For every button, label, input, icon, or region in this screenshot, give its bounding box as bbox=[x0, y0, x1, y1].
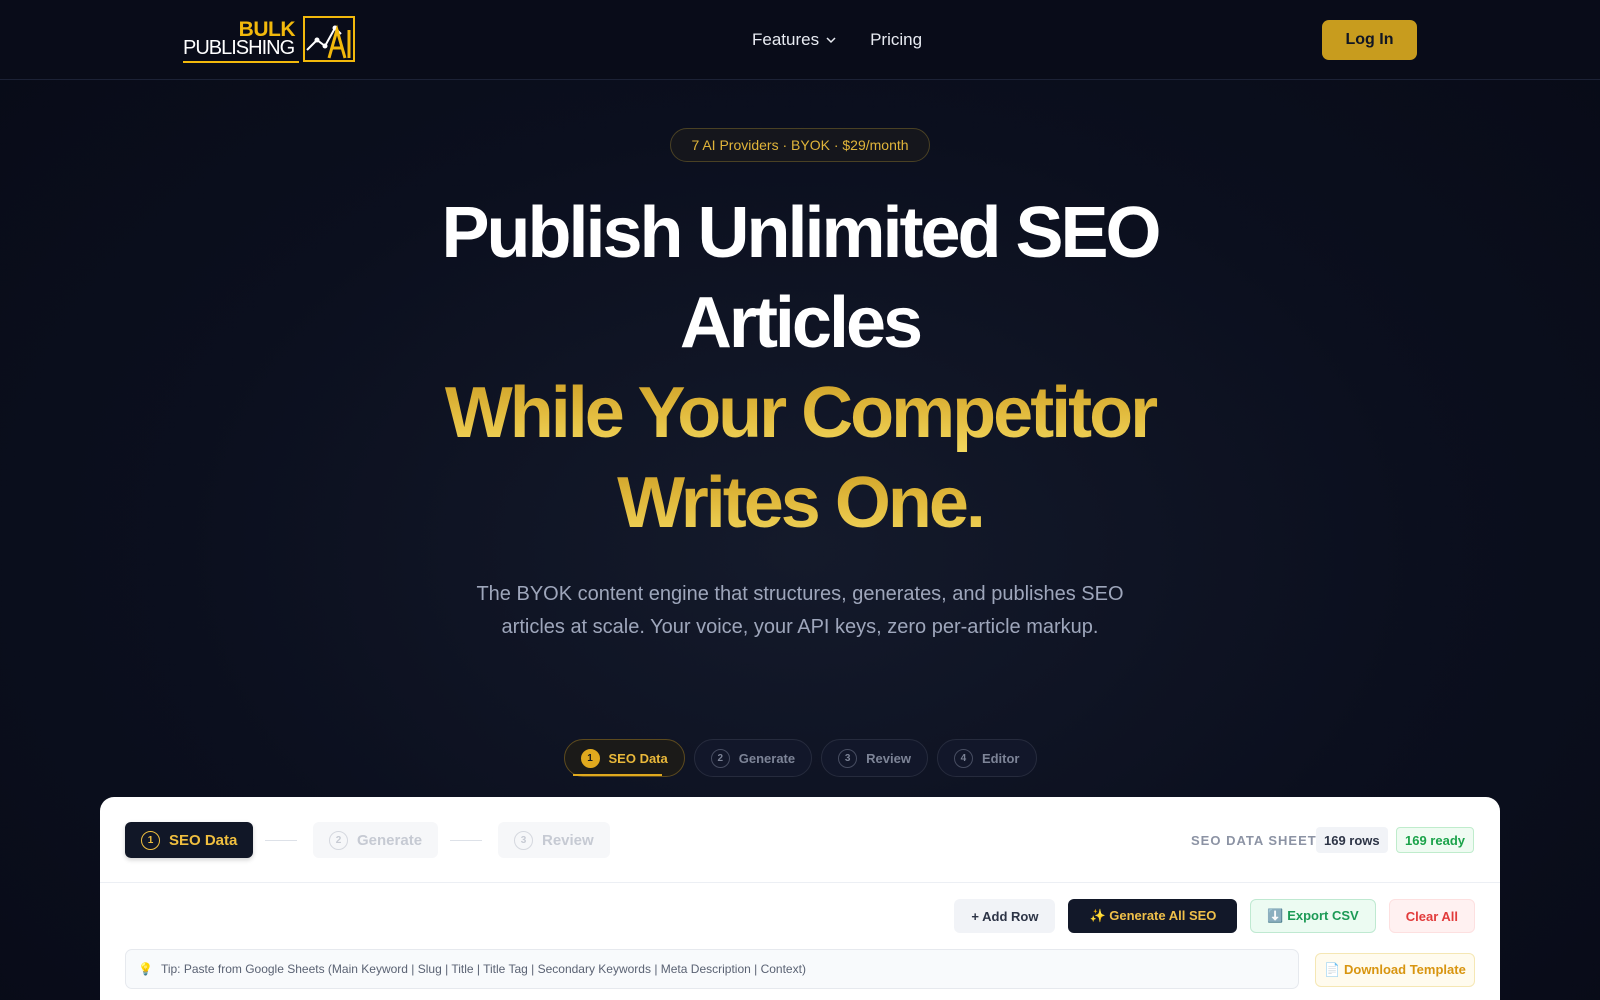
hero-headline-line4: Writes One. bbox=[0, 458, 1600, 548]
chevron-down-icon bbox=[826, 37, 836, 44]
step-label: SEO Data bbox=[608, 750, 668, 766]
step-label: Generate bbox=[738, 750, 796, 766]
step-tab-seo-data[interactable]: 1 SEO Data bbox=[563, 739, 685, 777]
step-number: 3 bbox=[838, 748, 858, 768]
ready-count-badge: 169 ready bbox=[1396, 827, 1474, 853]
add-row-button[interactable]: + Add Row bbox=[954, 899, 1056, 933]
card-step-review[interactable]: 3 Review bbox=[498, 822, 610, 858]
hero-pill-badge: 7 AI Providers · BYOK · $29/month bbox=[670, 128, 930, 162]
card-header: 1 SEO Data 2 Generate 3 Review SEO DATA … bbox=[100, 797, 1500, 883]
rows-count-badge: 169 rows bbox=[1316, 827, 1388, 853]
logo-chart-icon bbox=[306, 24, 351, 59]
primary-nav: Features Pricing bbox=[752, 30, 922, 50]
seo-data-card: 1 SEO Data 2 Generate 3 Review SEO DATA … bbox=[100, 797, 1500, 1000]
hero-headline-line3: While Your Competitor bbox=[0, 368, 1600, 458]
logo-ai-mark bbox=[303, 16, 355, 62]
step-tab-editor[interactable]: 4 Editor bbox=[936, 739, 1037, 777]
step-tab-review[interactable]: 3 Review bbox=[821, 739, 928, 777]
step-number: 2 bbox=[329, 830, 348, 850]
logo[interactable]: BULK PUBLISHING bbox=[183, 16, 355, 66]
export-csv-button[interactable]: ⬇️ Export CSV bbox=[1250, 899, 1376, 933]
step-label: Editor bbox=[981, 750, 1020, 766]
logo-publishing-text: PUBLISHING bbox=[183, 37, 295, 59]
step-connector bbox=[265, 840, 297, 841]
nav-pricing[interactable]: Pricing bbox=[870, 30, 922, 50]
hero-headline-line2: Articles bbox=[679, 283, 923, 363]
top-navbar: BULK PUBLISHING Features Pricing Log In bbox=[0, 0, 1600, 80]
nav-features[interactable]: Features bbox=[752, 30, 836, 50]
step-number: 2 bbox=[710, 748, 730, 768]
hero-headline-line1: Publish Unlimited SEO bbox=[441, 193, 1161, 273]
clear-all-button[interactable]: Clear All bbox=[1388, 899, 1475, 933]
step-number: 1 bbox=[580, 748, 600, 768]
step-label: Review bbox=[542, 831, 594, 849]
nav-features-label: Features bbox=[752, 30, 820, 49]
step-label: SEO Data bbox=[169, 831, 238, 849]
login-button[interactable]: Log In bbox=[1322, 20, 1417, 60]
step-number: 3 bbox=[514, 830, 533, 850]
step-connector bbox=[450, 840, 482, 841]
workflow-steps: 1 SEO Data 2 Generate 3 Review 4 Editor bbox=[0, 739, 1600, 777]
step-tab-generate[interactable]: 2 Generate bbox=[693, 739, 813, 777]
sheet-toolbar: + Add Row ✨ Generate All SEO ⬇️ Export C… bbox=[954, 899, 1475, 933]
paste-tip: 💡 Tip: Paste from Google Sheets (Main Ke… bbox=[125, 949, 1299, 989]
step-label: Generate bbox=[357, 831, 423, 849]
card-step-generate[interactable]: 2 Generate bbox=[313, 822, 439, 858]
tip-text: Tip: Paste from Google Sheets (Main Keyw… bbox=[160, 962, 806, 976]
hero-subheadline: The BYOK content engine that structures,… bbox=[476, 583, 1124, 638]
step-label: Review bbox=[866, 750, 911, 766]
step-number: 4 bbox=[953, 748, 973, 768]
step-number: 1 bbox=[141, 830, 160, 850]
logo-underline bbox=[183, 61, 299, 63]
nav-pricing-label: Pricing bbox=[870, 30, 923, 49]
sheet-label: SEO DATA SHEET bbox=[1191, 833, 1317, 848]
card-step-seo-data[interactable]: 1 SEO Data bbox=[125, 822, 254, 858]
download-template-button[interactable]: 📄 Download Template bbox=[1315, 953, 1475, 987]
lightbulb-icon: 💡 bbox=[138, 962, 153, 976]
generate-all-seo-button[interactable]: ✨ Generate All SEO bbox=[1068, 899, 1238, 933]
